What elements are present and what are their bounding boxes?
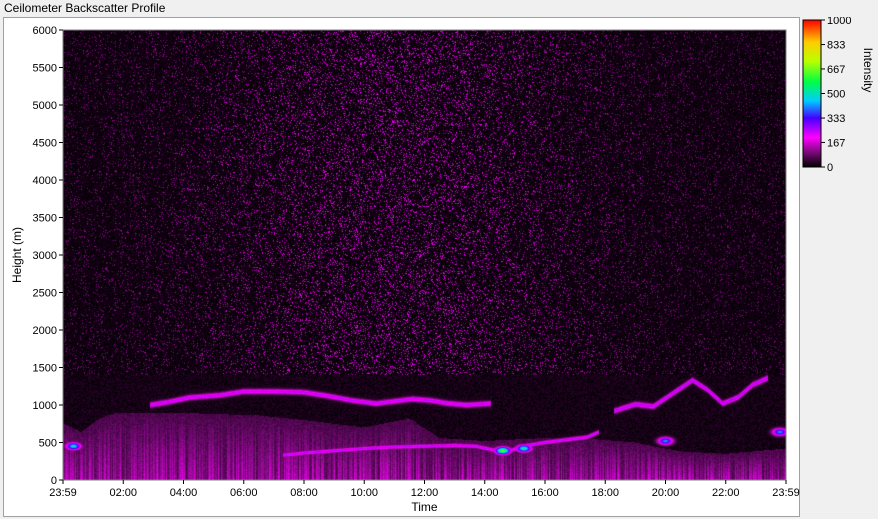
y-tick-label: 2500 [33, 288, 57, 300]
x-tick-label: 23:59 [49, 487, 77, 499]
y-axis-label: Height (m) [10, 227, 24, 283]
x-tick-label: 10:00 [350, 487, 378, 499]
y-axis: 0 500 1000 1500 2000 2500 3000 3500 4000 4500 5000… [33, 25, 63, 487]
x-axis: 23:59 02:00 04:00 06:00 08:00 10:00 12:00 14:00… [49, 480, 800, 499]
x-tick-label: 22:00 [712, 487, 740, 499]
colorbar-tick-label: 667 [827, 64, 845, 76]
y-tick-label: 3500 [33, 213, 57, 225]
plot-area [62, 29, 787, 481]
x-tick-label: 08:00 [290, 487, 318, 499]
y-tick-label: 5500 [33, 63, 57, 75]
y-tick-label: 0 [51, 475, 57, 487]
x-tick-label: 14:00 [471, 487, 499, 499]
y-tick-label: 4000 [33, 175, 57, 187]
x-tick-label: 06:00 [230, 487, 258, 499]
colorbar-tick-label: 167 [827, 137, 845, 149]
x-tick-label: 20:00 [652, 487, 680, 499]
x-tick-label: 04:00 [170, 487, 198, 499]
y-tick-label: 5000 [33, 100, 57, 112]
x-tick-label: 16:00 [531, 487, 559, 499]
colorbar-tick-label: 333 [827, 113, 845, 125]
x-tick-label: 02:00 [109, 487, 137, 499]
colorbar-gradient [802, 19, 822, 168]
y-tick-label: 1500 [33, 363, 57, 375]
x-tick-label: 18:00 [591, 487, 619, 499]
colorbar-panel: 0 167 333 500 667 833 1000 Intensity [802, 17, 875, 174]
backscatter-chart: 0 500 1000 1500 2000 2500 3000 3500 4000 4500 5000… [10, 25, 800, 514]
window-title: Ceilometer Backscatter Profile [4, 1, 166, 15]
colorbar-tick-label: 833 [827, 40, 845, 52]
colorbar-tick-label: 1000 [827, 17, 851, 27]
colorbar-label: Intensity [861, 48, 875, 93]
backscatter-heatmap [63, 30, 786, 480]
chart-frame: 0 500 1000 1500 2000 2500 3000 3500 4000 4500 5000… [3, 17, 800, 517]
x-tick-label: 12:00 [411, 487, 439, 499]
colorbar-tick-label: 0 [827, 162, 833, 174]
y-tick-label: 1000 [33, 400, 57, 412]
y-tick-label: 3000 [33, 250, 57, 262]
y-tick-label: 4500 [33, 138, 57, 150]
y-tick-label: 6000 [33, 25, 57, 37]
y-tick-label: 2000 [33, 325, 57, 337]
colorbar-tick-label: 500 [827, 89, 845, 101]
y-tick-label: 500 [39, 438, 57, 450]
x-axis-label: Time [411, 500, 438, 514]
x-tick-label: 23:59 [772, 487, 800, 499]
